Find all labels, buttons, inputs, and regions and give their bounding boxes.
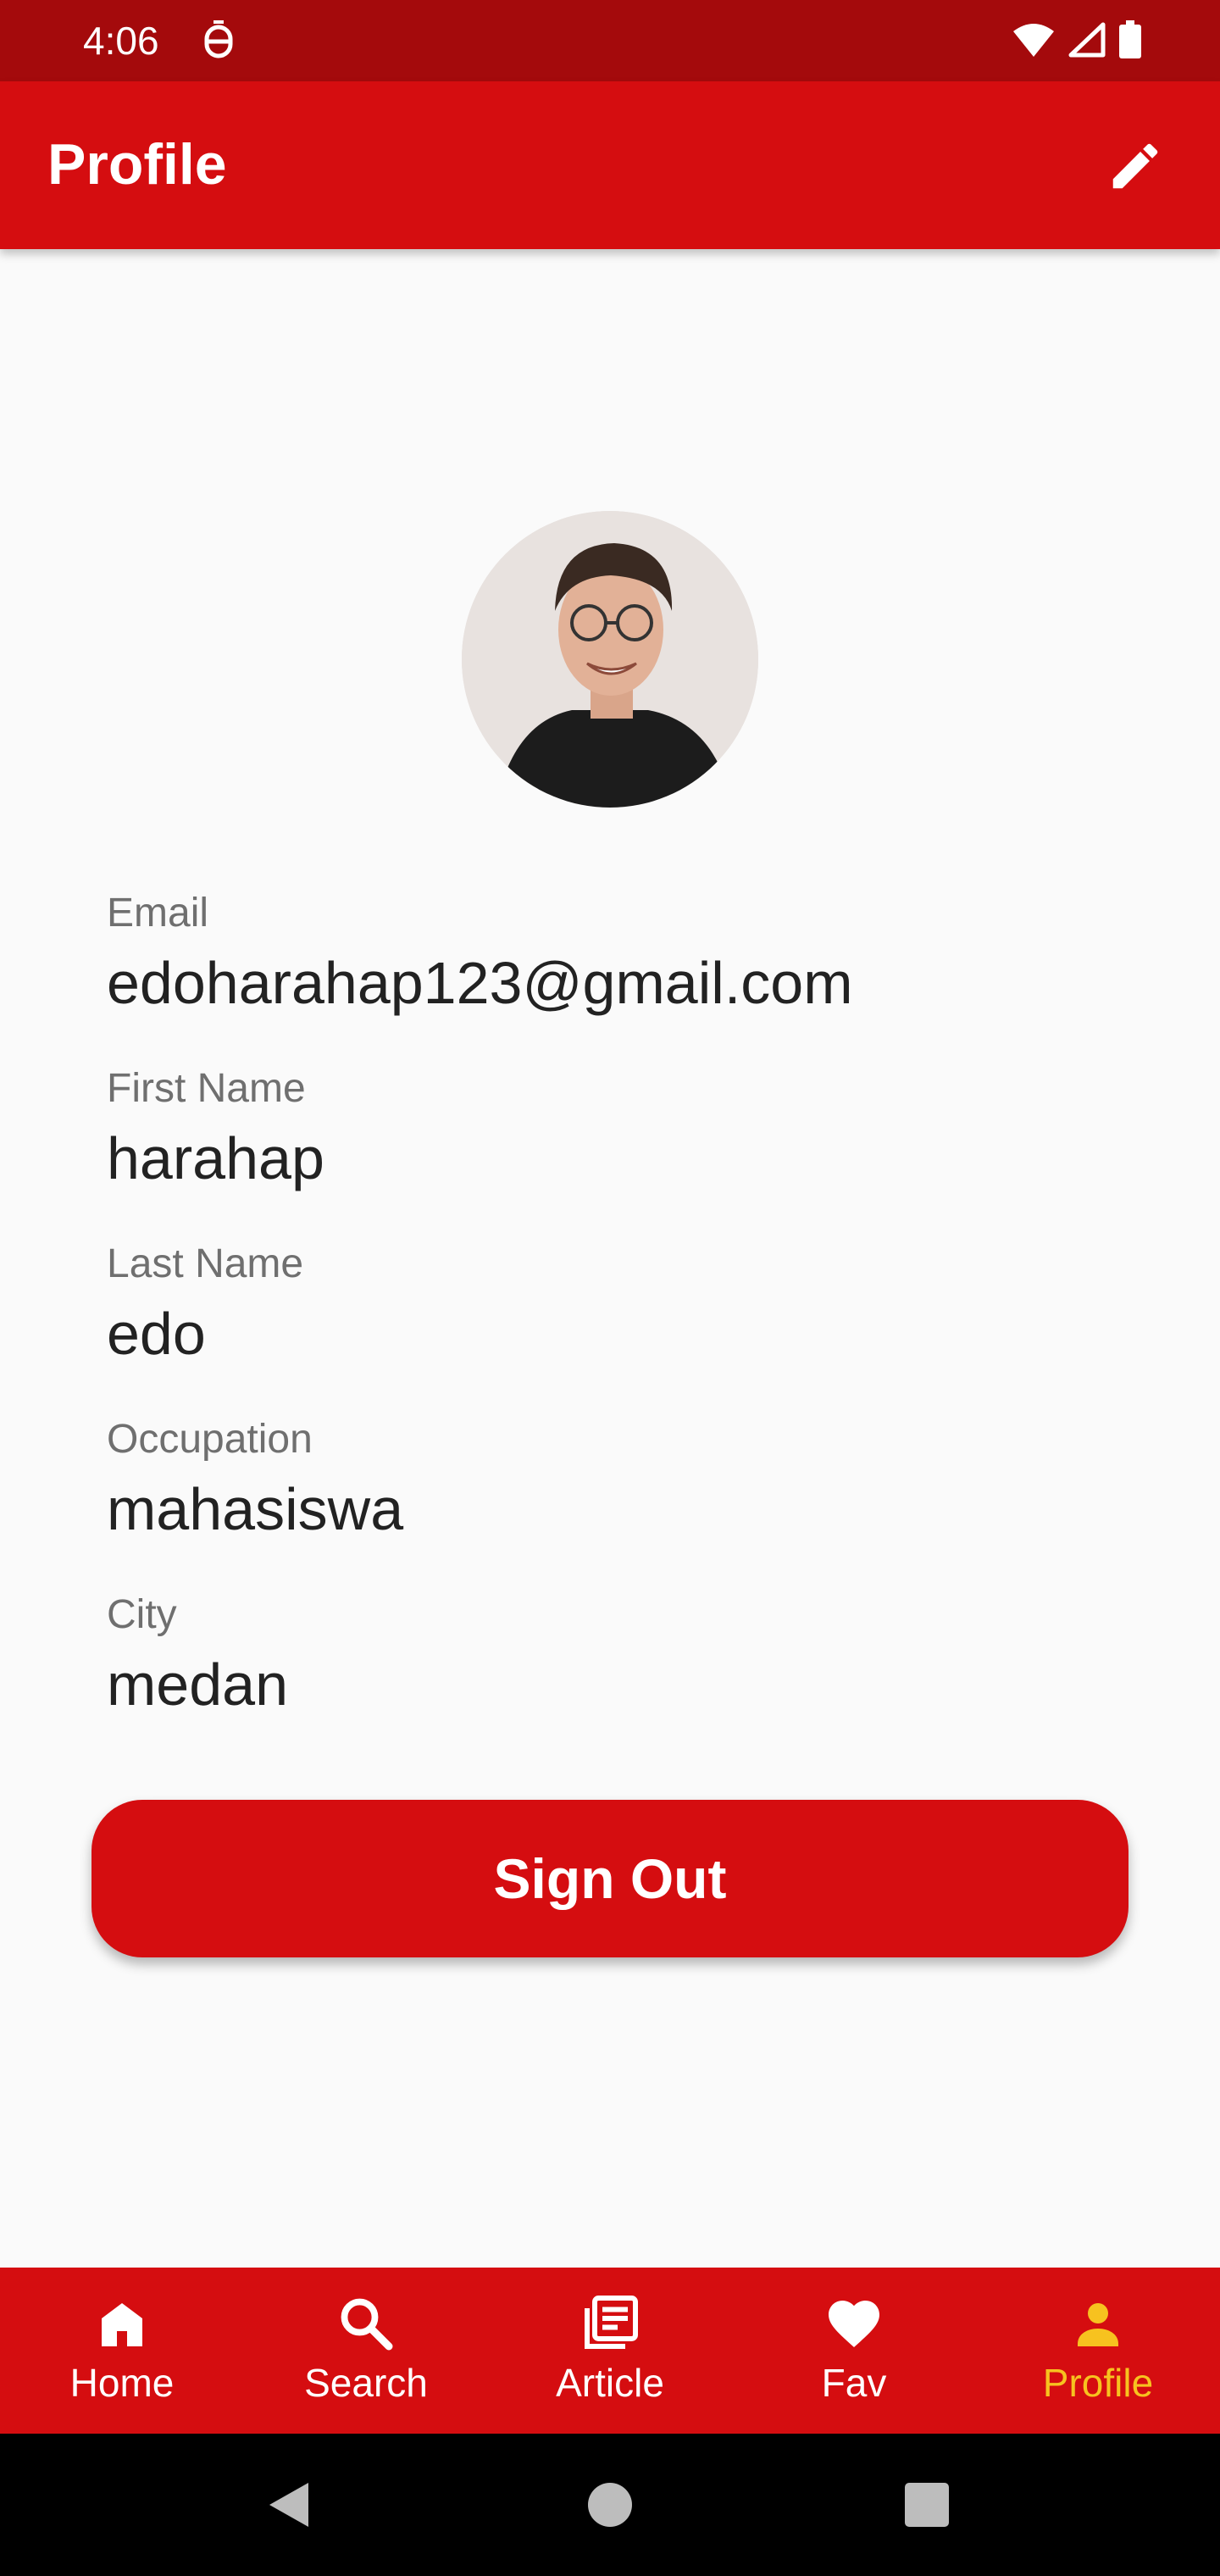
page-title: Profile — [47, 132, 227, 197]
field-occupation: Occupation mahasiswa — [107, 1413, 1123, 1588]
field-value: medan — [107, 1652, 289, 1718]
recents-square-icon[interactable] — [900, 2478, 954, 2532]
nav-item-fav[interactable]: Fav — [732, 2268, 976, 2434]
nav-label: Profile — [1042, 2361, 1154, 2405]
field-last-name: Last Name edo — [107, 1237, 1123, 1413]
nav-item-home[interactable]: Home — [0, 2268, 244, 2434]
field-value: harahap — [107, 1125, 324, 1191]
nav-item-profile[interactable]: Profile — [976, 2268, 1220, 2434]
notification-icon — [200, 20, 237, 63]
field-value: edoharahap123@gmail.com — [107, 950, 853, 1016]
avatar — [462, 511, 758, 808]
wifi-icon — [1012, 21, 1056, 63]
nav-label: Home — [69, 2361, 175, 2405]
field-value: edo — [107, 1301, 206, 1367]
status-bar: 4:06 — [0, 0, 1220, 81]
field-city: City medan — [107, 1588, 1123, 1763]
field-label: Email — [107, 891, 209, 935]
article-icon — [585, 2296, 638, 2349]
cell-signal-icon — [1068, 21, 1106, 63]
field-first-name: First Name harahap — [107, 1062, 1123, 1237]
profile-fields: Email edoharahap123@gmail.com First Name… — [107, 886, 1123, 1763]
sign-out-button[interactable]: Sign Out — [92, 1800, 1128, 1957]
status-time: 4:06 — [83, 19, 159, 63]
search-icon — [341, 2298, 393, 2351]
nav-item-search[interactable]: Search — [244, 2268, 488, 2434]
field-value: mahasiswa — [107, 1476, 404, 1542]
nav-label: Search — [304, 2361, 428, 2405]
field-email: Email edoharahap123@gmail.com — [107, 886, 1123, 1062]
edit-pencil-icon — [1112, 143, 1158, 189]
field-label: Occupation — [107, 1417, 313, 1462]
back-icon[interactable] — [263, 2478, 317, 2532]
status-icons — [1012, 19, 1142, 64]
field-label: First Name — [107, 1066, 306, 1111]
nav-label: Fav — [821, 2361, 887, 2405]
bottom-nav: Home Search Article Fav Profile — [0, 2268, 1220, 2434]
nav-item-article[interactable]: Article — [488, 2268, 732, 2434]
battery-icon — [1118, 19, 1142, 64]
system-nav-bar — [0, 2434, 1220, 2576]
home-icon — [102, 2303, 142, 2346]
home-circle-icon[interactable] — [583, 2478, 637, 2532]
person-icon — [1078, 2303, 1118, 2346]
nav-label: Article — [556, 2361, 664, 2405]
heart-icon — [829, 2301, 879, 2348]
edit-profile-button[interactable] — [1098, 129, 1173, 203]
app-bar: Profile — [0, 81, 1220, 249]
field-label: Last Name — [107, 1241, 304, 1286]
field-label: City — [107, 1592, 177, 1637]
